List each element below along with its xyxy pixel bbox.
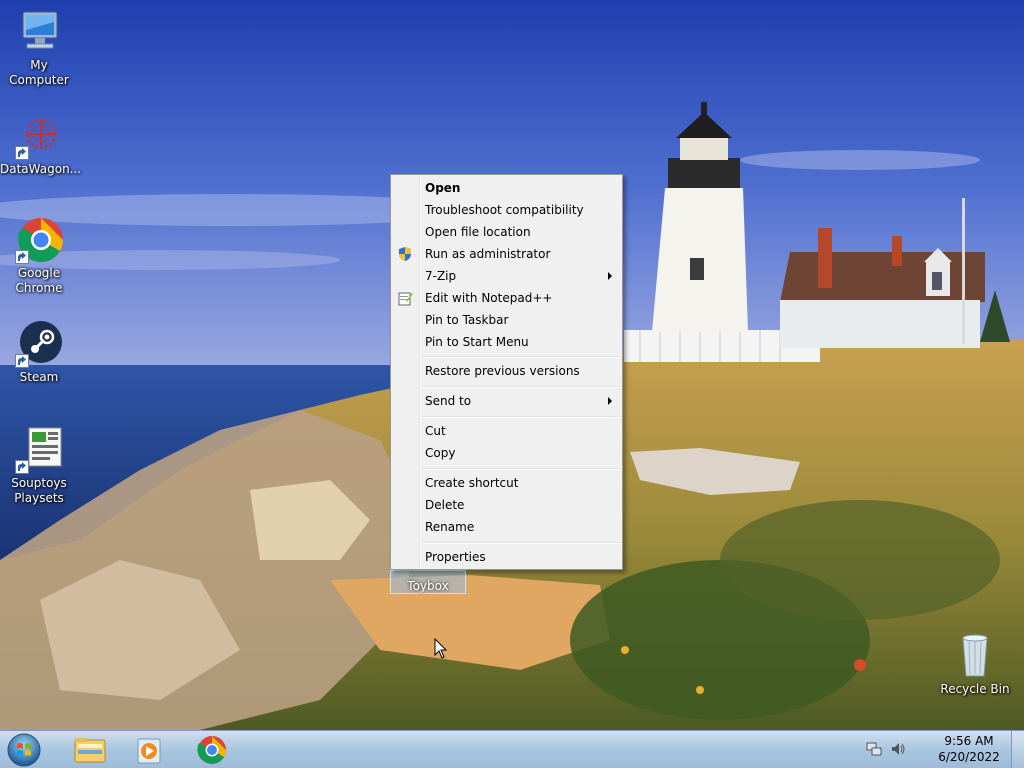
menu-item-label: Copy [425,446,456,460]
desktop-icon-my-computer[interactable]: My Computer [0,8,78,88]
menu-separator [421,416,620,418]
menu-separator [421,542,620,544]
menu-item-open-file-location[interactable]: Open file location [393,221,620,243]
menu-item-pin-to-taskbar[interactable]: Pin to Taskbar [393,309,620,331]
menu-item-copy[interactable]: Copy [393,442,620,464]
menu-item-label: Edit with Notepad++ [425,291,553,305]
clock-time: 9:56 AM [944,734,994,748]
menu-item-label: Pin to Start Menu [425,335,529,349]
menu-item-delete[interactable]: Delete [393,494,620,516]
menu-item-label: Run as administrator [425,247,551,261]
network-icon[interactable] [866,741,882,757]
show-desktop-button[interactable] [1011,731,1024,768]
volume-icon[interactable] [890,741,906,757]
desktop-icon-label: Souptoys Playsets [11,476,67,505]
desktop-icon-steam[interactable]: Steam [0,320,78,385]
menu-item-label: Pin to Taskbar [425,313,509,327]
menu-item-edit-with-notepad-plus-plus[interactable]: Edit with Notepad++ [393,287,620,309]
chrome-icon [197,736,226,764]
chrome-icon [15,216,63,264]
menu-item-label: 7-Zip [425,269,457,283]
menu-item-troubleshoot-compatibility[interactable]: Troubleshoot compatibility [393,199,620,221]
desktop-icon-recycle-bin[interactable]: Recycle Bin [936,632,1014,697]
menu-item-label: Restore previous versions [425,364,580,378]
desktop-icon-label: Recycle Bin [940,682,1010,696]
menu-item-cut[interactable]: Cut [393,420,620,442]
desktop-icon-label: Toybox [407,579,449,593]
menu-item-open[interactable]: Open [393,177,620,199]
context-menu: Open Troubleshoot compatibility Open fil… [390,174,623,570]
menu-item-rename[interactable]: Rename [393,516,620,538]
notepad-plus-plus-icon [397,290,413,306]
menu-item-label: Cut [425,424,446,438]
menu-item-restore-previous-versions[interactable]: Restore previous versions [393,360,620,382]
media-player-icon [137,738,161,764]
desktop-icon-label: Steam [19,370,59,384]
computer-icon [15,8,63,56]
menu-item-label: Rename [425,520,475,534]
desktop-icon-label: Google Chrome [15,266,63,295]
shortcut-arrow-icon [15,146,29,160]
taskbar-clock[interactable]: 9:56 AM 6/20/2022 [928,733,1010,765]
shield-icon [397,246,413,262]
menu-separator [421,356,620,358]
clock-date: 6/20/2022 [938,750,1000,764]
menu-item-label: Send to [425,394,472,408]
menu-item-label: Properties [425,550,486,564]
desktop-icon-souptoys-playsets[interactable]: Souptoys Playsets [0,426,78,506]
taskbar-media-player[interactable] [122,733,178,767]
file-explorer-icon [74,738,106,763]
desktop-icon-label: My Computer [9,58,69,87]
submenu-arrow-icon [608,397,612,405]
menu-item-run-as-administrator[interactable]: Run as administrator [393,243,620,265]
menu-item-label: Troubleshoot compatibility [425,203,584,217]
taskbar-file-explorer[interactable] [62,733,118,767]
desktop-icon-google-chrome[interactable]: Google Chrome [0,216,78,296]
start-button[interactable] [4,732,44,768]
recycle-bin-icon [951,632,999,680]
menu-separator [421,386,620,388]
shortcut-arrow-icon [15,354,29,368]
menu-item-label: Open [425,181,461,195]
menu-item-create-shortcut[interactable]: Create shortcut [393,472,620,494]
datawagon-icon [15,112,63,160]
menu-item-7-zip[interactable]: 7-Zip [393,265,620,287]
taskbar: 9:56 AM 6/20/2022 [0,730,1024,768]
menu-separator [421,468,620,470]
shortcut-arrow-icon [15,460,29,474]
taskbar-chrome[interactable] [184,733,240,767]
menu-item-label: Open file location [425,225,531,239]
mouse-pointer-icon [434,637,448,660]
desktop-icon-datawagon[interactable]: DataWagon... [0,112,82,177]
menu-item-send-to[interactable]: Send to [393,390,620,412]
shortcut-arrow-icon [15,250,29,264]
menu-item-label: Delete [425,498,465,512]
steam-icon [15,320,63,368]
menu-item-pin-to-start-menu[interactable]: Pin to Start Menu [393,331,620,353]
menu-item-label: Create shortcut [425,476,519,490]
menu-item-properties[interactable]: Properties [393,546,620,568]
desktop-icon-toybox-selected[interactable]: Toybox [390,570,466,594]
windows-orb-icon [7,733,41,767]
desktop-icon-label: DataWagon... [0,162,82,176]
submenu-arrow-icon [608,272,612,280]
souptoys-playsets-icon [15,426,63,474]
